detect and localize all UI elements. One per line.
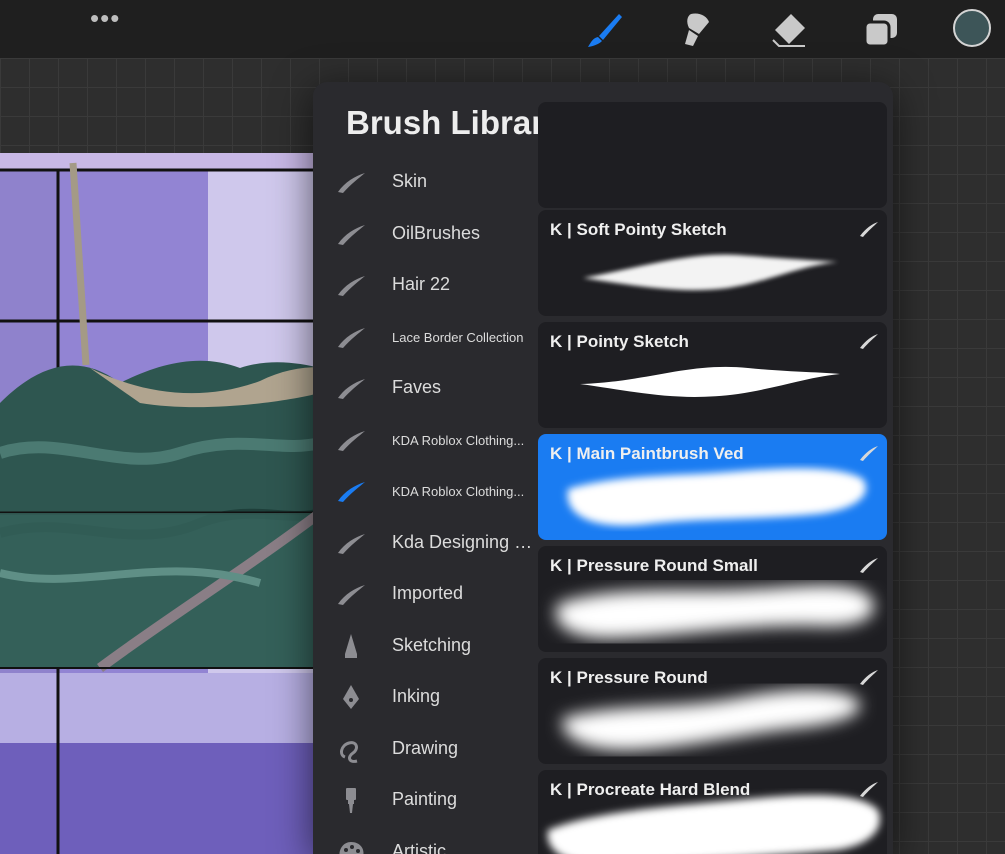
brush-stroke-icon: [338, 379, 365, 399]
brush-group-label: Faves: [392, 377, 442, 397]
brush-group-item[interactable]: Imported: [313, 574, 538, 614]
brush-group-list: Skin OilBrushes Hair 22 Lace Border Collect…: [313, 162, 538, 854]
brush-stroke-icon: [338, 533, 365, 554]
brush-stroke-icon: [860, 446, 878, 461]
brush-group-label: Kda Designing Set: [392, 531, 537, 552]
brush-name: K | Pressure Round Small: [550, 556, 758, 575]
brush-stroke-icon: [338, 482, 365, 502]
brush-item[interactable]: K | Main Paintbrush Ved: [538, 434, 887, 540]
brush-group-item[interactable]: Sketching: [313, 626, 538, 666]
smudge-icon[interactable]: [677, 10, 717, 50]
brush-stroke-icon: [860, 670, 878, 685]
brush-group-item[interactable]: Inking: [313, 677, 538, 717]
brush-group-item[interactable]: KDA Roblox Clothing...: [313, 420, 538, 460]
brush-name: K | Main Paintbrush Ved: [550, 444, 744, 463]
panel-title: Brush Library: [346, 104, 563, 141]
brush-group-item[interactable]: Faves: [313, 368, 538, 408]
brush-stroke-icon: [338, 173, 365, 193]
brush-group-item[interactable]: Skin: [313, 162, 538, 202]
brush-stroke-icon: [338, 430, 365, 451]
brush-item[interactable]: K | Pointy Sketch: [538, 322, 887, 428]
brush-group-item[interactable]: KDA Roblox Clothing...: [313, 471, 538, 511]
brush-stroke-icon: [860, 558, 878, 573]
eraser-icon[interactable]: [769, 10, 809, 50]
brush-stroke-icon: [338, 327, 365, 348]
brush-list: K | Soft Pointy Sketch K | Pointy Sketch K…: [538, 102, 890, 854]
brush-item[interactable]: [538, 102, 887, 208]
layers-icon[interactable]: [861, 10, 901, 50]
brush-group-label: Sketching: [392, 634, 472, 655]
pencil-icon: [345, 633, 357, 658]
artwork-canvas[interactable]: [0, 153, 320, 854]
brush-stroke-icon: [860, 782, 878, 797]
brush-name: K | Procreate Hard Blend: [550, 780, 751, 799]
brush-group-label: Painting: [392, 789, 458, 809]
brush-group-label: Lace Border Collection: [392, 329, 524, 345]
brush-stroke-icon: [338, 585, 365, 605]
pen-nib-icon: [343, 685, 359, 709]
more-options-icon[interactable]: •••: [90, 5, 120, 31]
brush-item[interactable]: K | Soft Pointy Sketch: [538, 210, 887, 316]
brush-stroke-icon: [338, 276, 365, 296]
brush-group-item[interactable]: Hair 22: [313, 265, 538, 305]
brush-group-label: Skin: [392, 171, 428, 191]
brush-stroke-icon: [860, 222, 878, 237]
brush-item[interactable]: K | Pressure Round: [538, 658, 887, 764]
brush-name: K | Soft Pointy Sketch: [550, 220, 727, 239]
color-swatch[interactable]: [953, 9, 991, 47]
brush-icon[interactable]: [585, 10, 625, 50]
brush-group-label: Imported: [392, 583, 464, 603]
brush-stroke-icon: [338, 224, 365, 245]
brush-group-label: Hair 22: [392, 274, 451, 294]
brush-name: K | Pressure Round: [550, 668, 708, 687]
brush-stroke-icon: [860, 334, 878, 349]
brush-group-item[interactable]: Artistic: [313, 832, 538, 854]
brush-item[interactable]: K | Pressure Round Small: [538, 546, 887, 652]
squiggle-icon: [340, 740, 358, 763]
brush-group-label: KDA Roblox Clothing...: [392, 432, 525, 448]
brush-library-panel: Brush Library Skin OilBrushes Hair 22 Lace …: [313, 82, 893, 854]
brush-group-label: Drawing: [392, 737, 459, 758]
brush-group-label: OilBrushes: [392, 222, 481, 243]
brush-group-item[interactable]: OilBrushes: [313, 214, 538, 254]
brush-group-item[interactable]: Painting: [313, 780, 538, 820]
brush-stroke-preview: [538, 102, 887, 208]
brush-name: K | Pointy Sketch: [550, 332, 689, 351]
brush-group-label: KDA Roblox Clothing...: [392, 484, 525, 499]
paintbrush-icon: [346, 788, 356, 813]
brush-group-item[interactable]: Drawing: [313, 729, 538, 769]
brush-group-item[interactable]: Kda Designing Set: [313, 523, 538, 563]
palette-icon: [339, 841, 364, 854]
brush-group-item[interactable]: Lace Border Collection: [313, 317, 538, 357]
brush-group-label: Artistic: [392, 840, 446, 854]
brush-item[interactable]: K | Procreate Hard Blend: [538, 770, 887, 854]
brush-group-label: Inking: [392, 686, 441, 706]
top-toolbar: •••: [0, 0, 1005, 58]
